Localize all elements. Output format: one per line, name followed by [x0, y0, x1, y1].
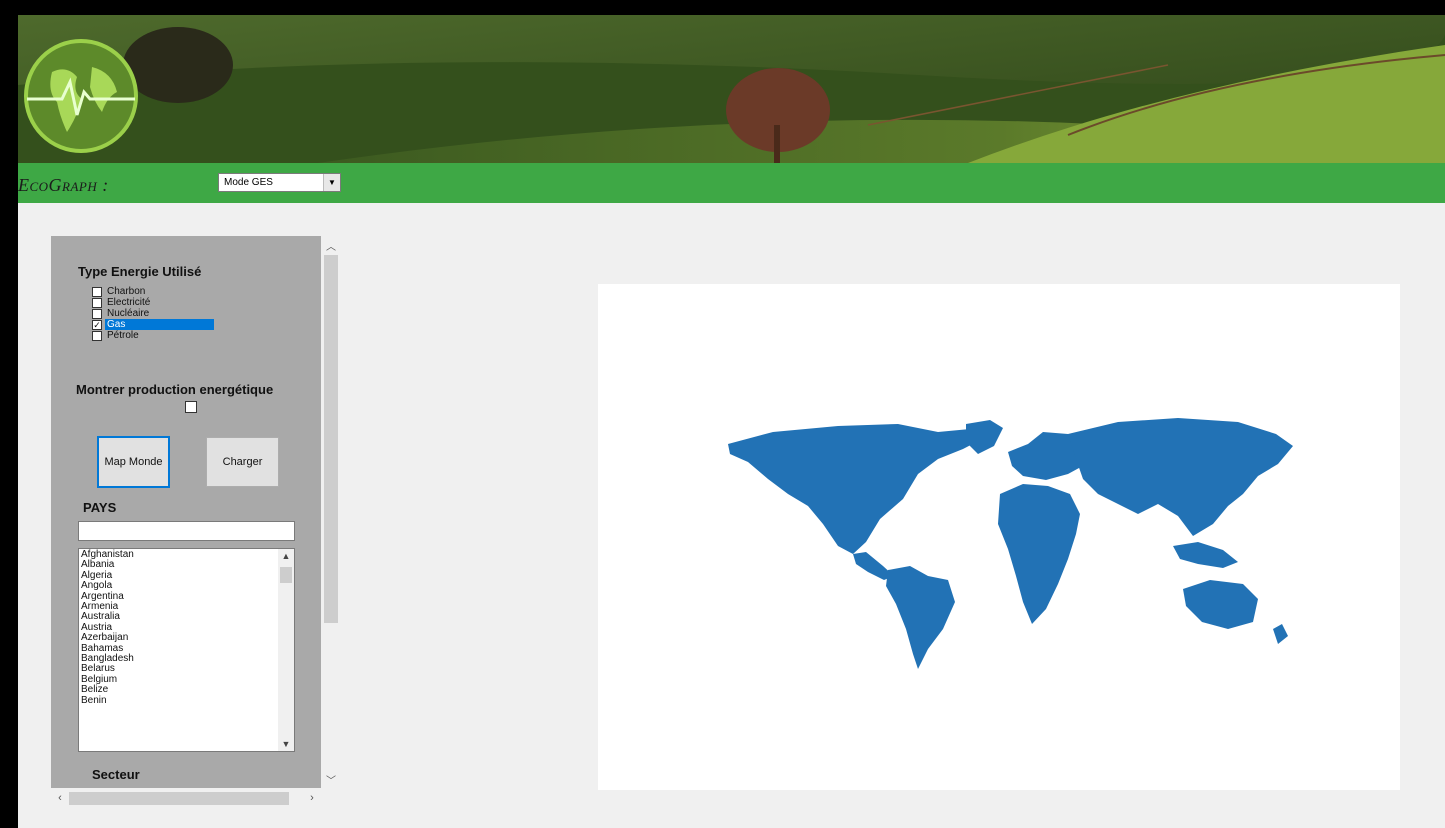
- mode-select[interactable]: Mode GES ▼: [218, 173, 341, 192]
- checkmark-icon: ✓: [93, 320, 101, 330]
- map-new-zealand: [1273, 624, 1288, 644]
- country-search-input[interactable]: [78, 521, 295, 541]
- world-map[interactable]: [598, 284, 1400, 790]
- map-monde-button[interactable]: Map Monde: [97, 436, 170, 488]
- scroll-left-icon[interactable]: ‹: [51, 790, 69, 807]
- header-banner: [18, 15, 1445, 163]
- map-south-america: [886, 566, 955, 669]
- country-list[interactable]: Afghanistan Albania Algeria Angola Argen…: [78, 548, 295, 752]
- mode-select-value: Mode GES: [224, 177, 273, 188]
- scroll-right-icon[interactable]: ›: [303, 790, 321, 807]
- checkbox[interactable]: [92, 309, 102, 319]
- energy-type-heading: Type Energie Utilisé: [78, 264, 202, 279]
- checkbox-checked[interactable]: ✓: [92, 320, 102, 330]
- map-africa: [998, 484, 1080, 624]
- map-greenland: [966, 420, 1003, 454]
- production-checkbox[interactable]: [185, 401, 197, 413]
- map-north-america: [728, 424, 988, 554]
- checkbox[interactable]: [92, 287, 102, 297]
- energy-option-label: Pétrole: [107, 330, 139, 341]
- scroll-thumb[interactable]: [324, 255, 338, 623]
- energy-option-label: Nucléaire: [107, 308, 150, 319]
- energy-option-label: Electricité: [107, 297, 151, 308]
- scroll-down-icon[interactable]: ﹀: [322, 772, 340, 788]
- charger-button[interactable]: Charger: [206, 437, 279, 487]
- country-heading: PAYS: [83, 500, 117, 515]
- scroll-thumb[interactable]: [280, 567, 292, 583]
- scroll-up-icon[interactable]: ︿: [322, 238, 340, 254]
- energy-option-label: Charbon: [107, 286, 146, 297]
- checkbox[interactable]: [92, 298, 102, 308]
- scroll-up-icon[interactable]: ▲: [278, 551, 294, 561]
- production-heading: Montrer production energétique: [76, 382, 274, 397]
- checkbox[interactable]: [92, 331, 102, 341]
- scroll-thumb[interactable]: [69, 792, 289, 805]
- energy-option-label: Gas: [105, 319, 214, 330]
- map-southeast-asia: [1173, 542, 1238, 568]
- filter-panel: Type Energie Utilisé Charbon Electricité…: [51, 236, 321, 788]
- app-title: EcoGraph :: [18, 175, 109, 195]
- panel-vertical-scrollbar[interactable]: ︿ ﹀: [322, 236, 340, 788]
- panel-horizontal-scrollbar[interactable]: ‹ ›: [51, 790, 321, 807]
- map-australia: [1183, 580, 1258, 629]
- globe-logo-icon: [24, 39, 138, 153]
- world-map-panel[interactable]: [598, 284, 1400, 790]
- country-list-scrollbar[interactable]: ▲ ▼: [278, 549, 294, 751]
- dropdown-arrow-icon[interactable]: ▼: [323, 174, 340, 191]
- scroll-down-icon[interactable]: ▼: [278, 739, 294, 749]
- sector-heading: Secteur: [92, 767, 140, 782]
- map-asia: [1068, 418, 1293, 536]
- app-window: EcoGraph : Mode GES ▼ Type Energie Utili…: [18, 15, 1445, 828]
- list-item[interactable]: Benin: [81, 695, 134, 706]
- title-bar: EcoGraph : Mode GES ▼: [18, 163, 1445, 203]
- landscape-image: [18, 15, 1445, 163]
